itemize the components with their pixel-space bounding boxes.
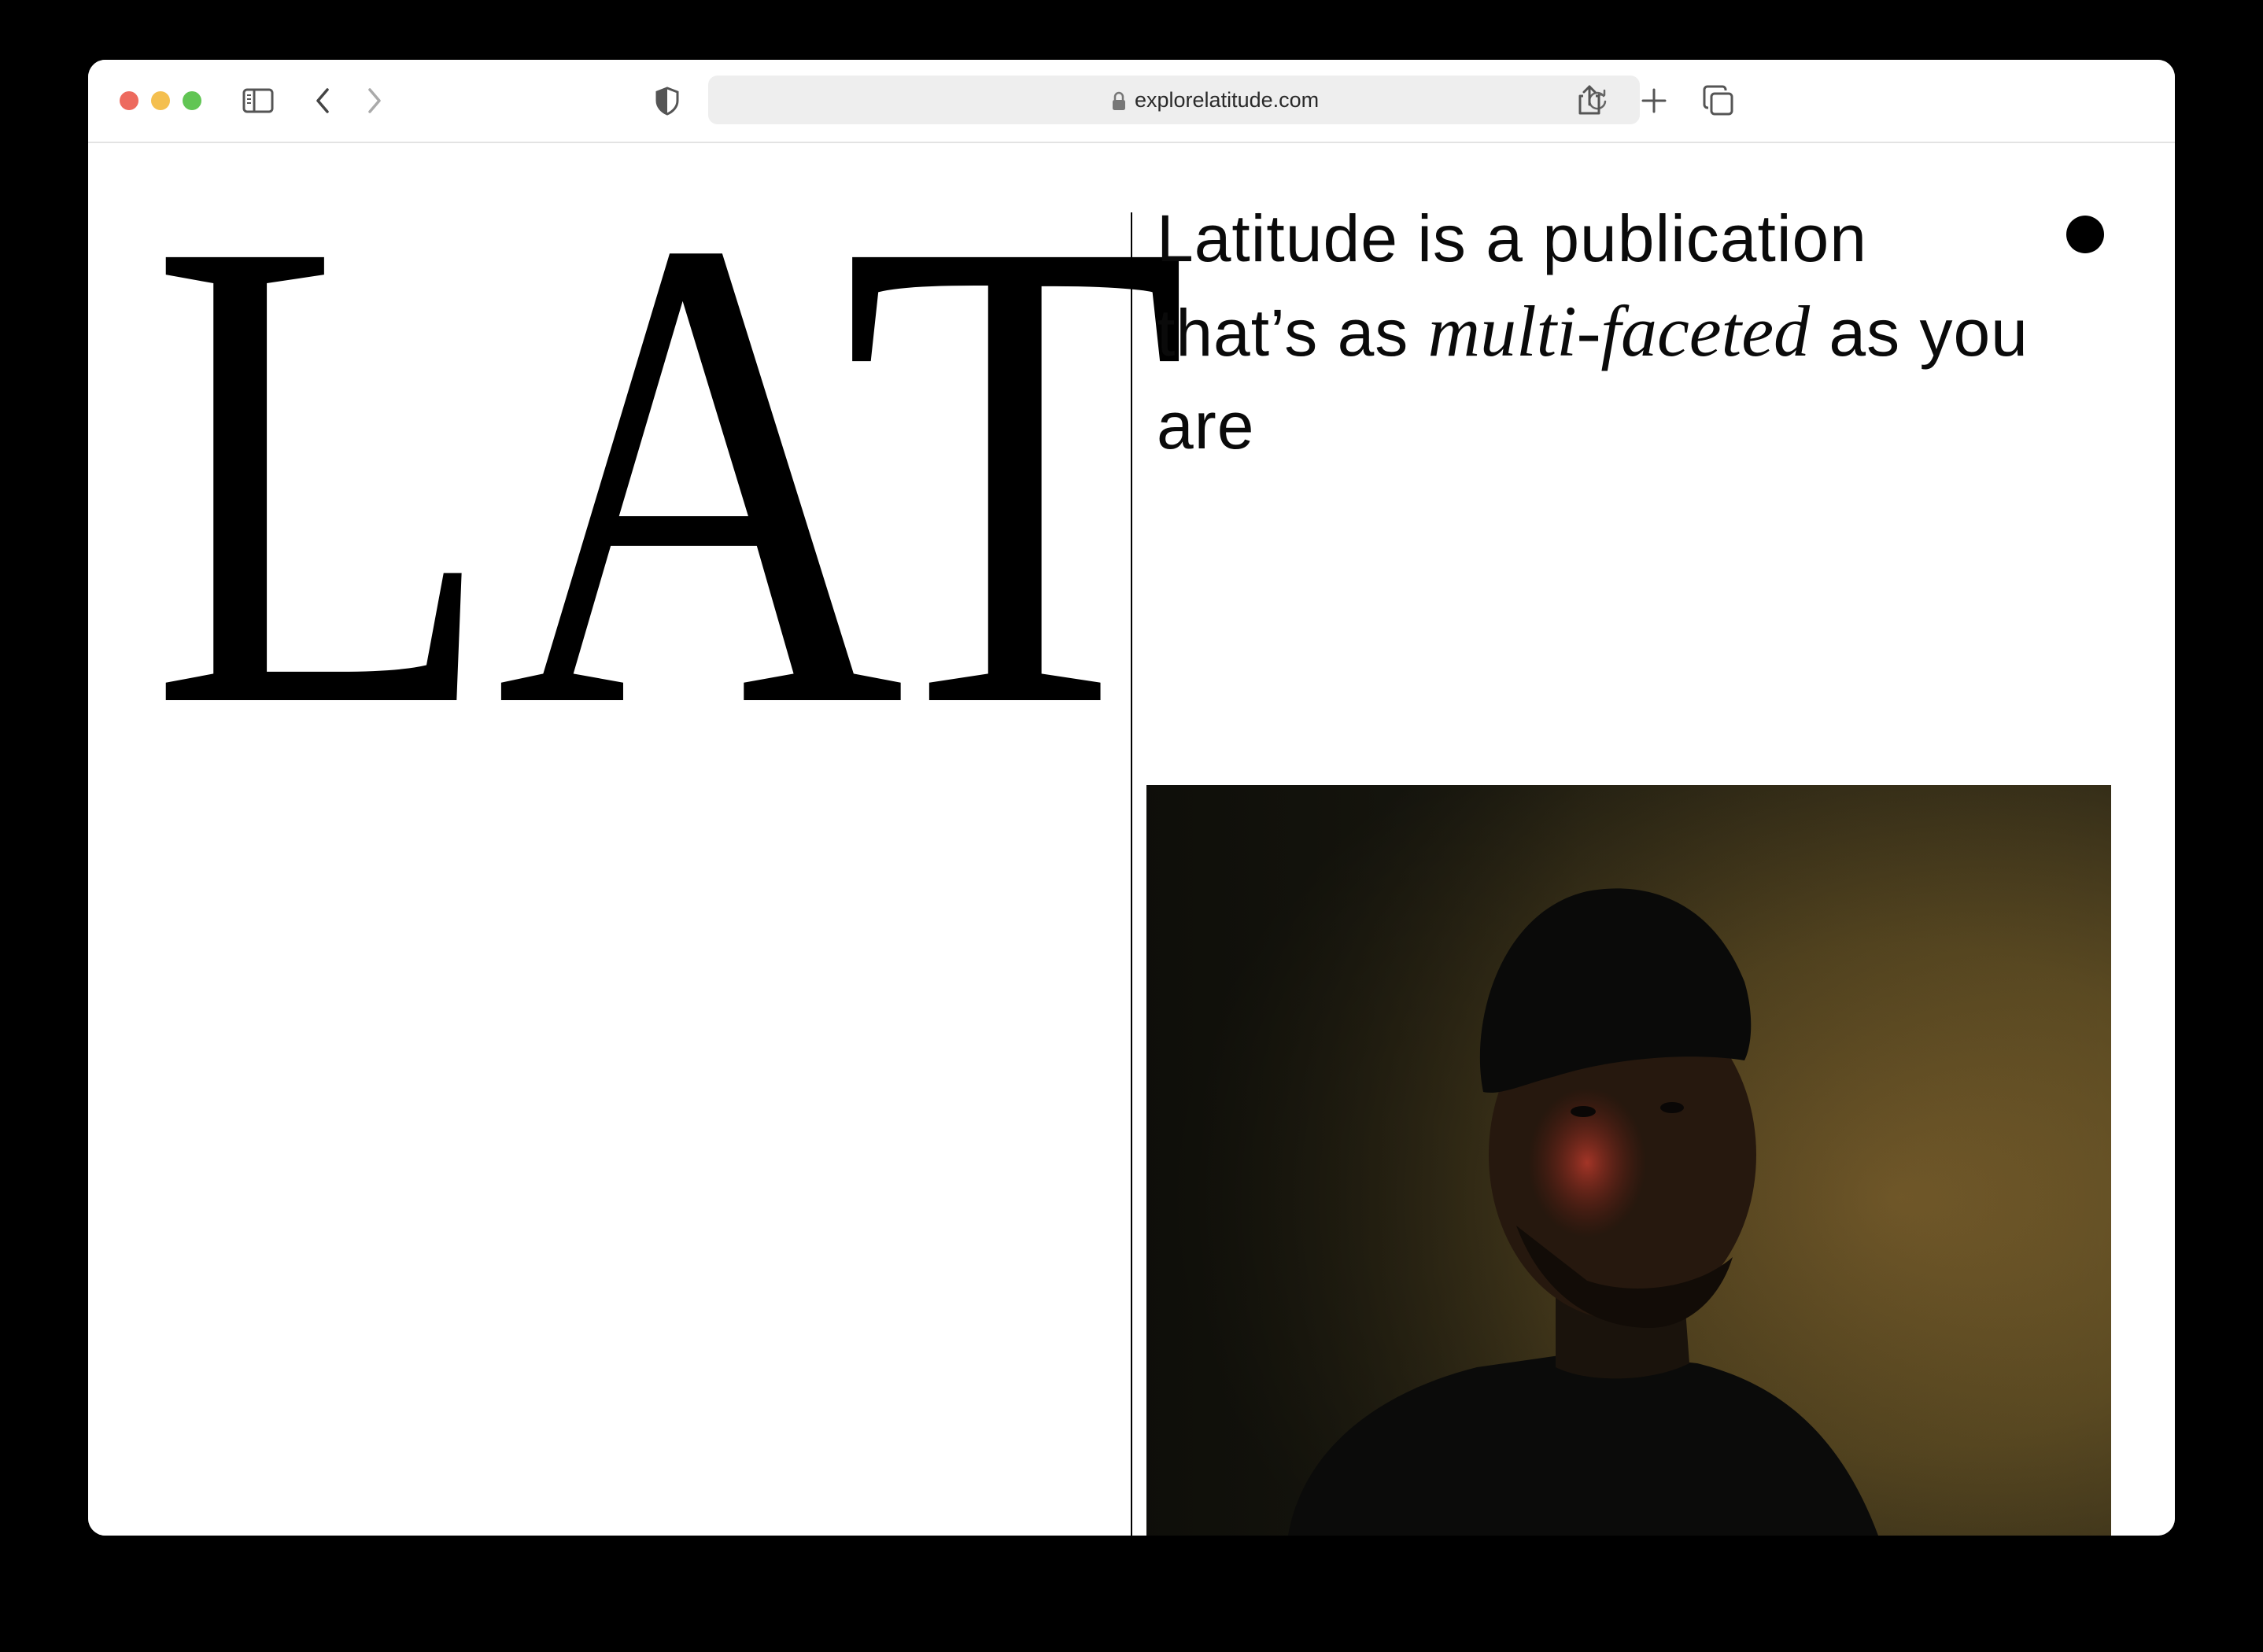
address-bar[interactable]: explorelatitude.com	[708, 76, 1640, 124]
column-divider	[1131, 212, 1132, 1536]
plus-icon[interactable]	[1637, 83, 1671, 118]
tabs-overview-icon[interactable]	[1701, 83, 1736, 118]
site-wordmark[interactable]: LAT	[150, 197, 1204, 716]
browser-toolbar: explorelatitude.com	[88, 60, 2175, 143]
portrait-photo	[1146, 785, 2111, 1536]
sidebar-icon[interactable]	[241, 83, 275, 118]
site-tagline: Latitude is a publication that’s as mult…	[1157, 192, 2038, 472]
lock-icon	[1113, 91, 1125, 110]
close-window-button[interactable]	[120, 91, 138, 110]
zoom-window-button[interactable]	[183, 91, 201, 110]
url-text: explorelatitude.com	[1135, 88, 1320, 112]
menu-dot-button[interactable]	[2066, 216, 2104, 253]
web-page: LAT Latitude is a publication that’s as …	[88, 143, 2175, 1536]
shield-icon[interactable]	[652, 83, 683, 118]
chevron-left-icon[interactable]	[307, 83, 338, 118]
minimize-window-button[interactable]	[151, 91, 170, 110]
browser-window: explorelatitude.com LAT Latitude is a pu…	[88, 60, 2175, 1536]
share-icon[interactable]	[1572, 83, 1607, 118]
tagline-emphasis: multi-faceted	[1427, 291, 1811, 371]
chevron-right-icon[interactable]	[359, 83, 390, 118]
wordmark-text: LAT	[150, 197, 1188, 716]
